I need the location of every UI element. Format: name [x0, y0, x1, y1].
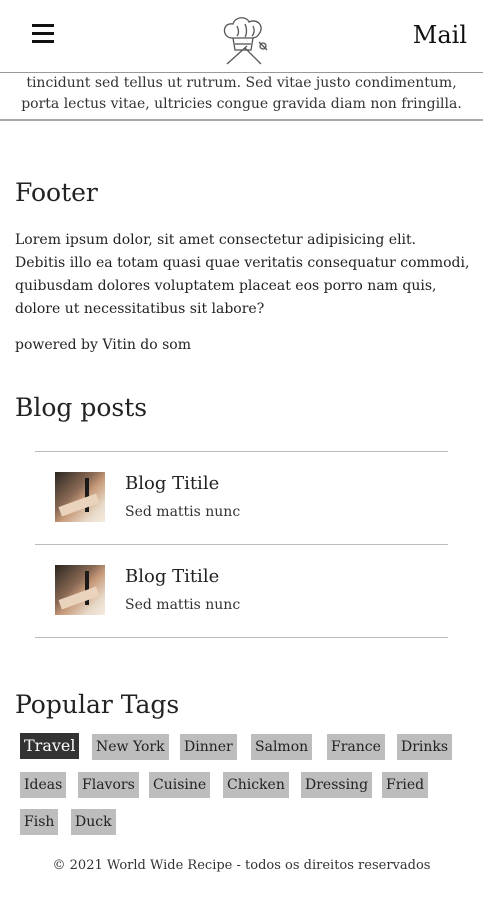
popular-tags-heading: Popular Tags [15, 690, 180, 719]
tag-ideas[interactable]: Ideas [20, 772, 67, 798]
tag-duck[interactable]: Duck [71, 809, 116, 835]
tag-travel[interactable]: Travel [20, 733, 80, 759]
tag-dinner[interactable]: Dinner [180, 734, 237, 760]
tag-dressing[interactable]: Dressing [301, 772, 373, 798]
top-bar: Mail [0, 0, 483, 73]
blog-post-title[interactable]: Blog Titile [125, 473, 219, 494]
tag-salmon[interactable]: Salmon [251, 734, 313, 760]
powered-by-text: powered by Vitin do som [15, 337, 192, 353]
tag-fried[interactable]: Fried [382, 772, 429, 798]
footer-heading: Footer [15, 178, 98, 207]
chef-hat-logo[interactable] [217, 12, 273, 68]
tag-cuisine[interactable]: Cuisine [149, 772, 211, 798]
blog-post-subtitle: Sed mattis nunc [125, 504, 241, 520]
intro-strip: tincidunt sed tellus ut rutrum. Sed vita… [0, 72, 483, 121]
tag-new-york[interactable]: New York [92, 734, 169, 760]
intro-text: tincidunt sed tellus ut rutrum. Sed vita… [21, 75, 462, 112]
blog-post-title[interactable]: Blog Titile [125, 566, 219, 587]
blog-post-thumbnail[interactable] [55, 565, 105, 615]
mail-link[interactable]: Mail [413, 21, 467, 49]
tag-chicken[interactable]: Chicken [223, 772, 289, 798]
tag-fish[interactable]: Fish [20, 809, 59, 835]
blog-post-item[interactable]: Blog Titile Sed mattis nunc [35, 544, 448, 638]
blog-post-thumbnail[interactable] [55, 472, 105, 522]
copyright-text: © 2021 World Wide Recipe - todos os dire… [52, 858, 431, 873]
blog-post-subtitle: Sed mattis nunc [125, 597, 241, 613]
blog-posts-heading: Blog posts [15, 393, 148, 422]
blog-post-item[interactable]: Blog Titile Sed mattis nunc [35, 451, 448, 544]
hamburger-icon[interactable] [32, 22, 54, 46]
footer-text: Lorem ipsum dolor, sit amet consectetur … [15, 232, 470, 317]
tag-france[interactable]: France [327, 734, 385, 760]
tag-flavors[interactable]: Flavors [78, 772, 139, 798]
tag-drinks[interactable]: Drinks [397, 734, 453, 760]
